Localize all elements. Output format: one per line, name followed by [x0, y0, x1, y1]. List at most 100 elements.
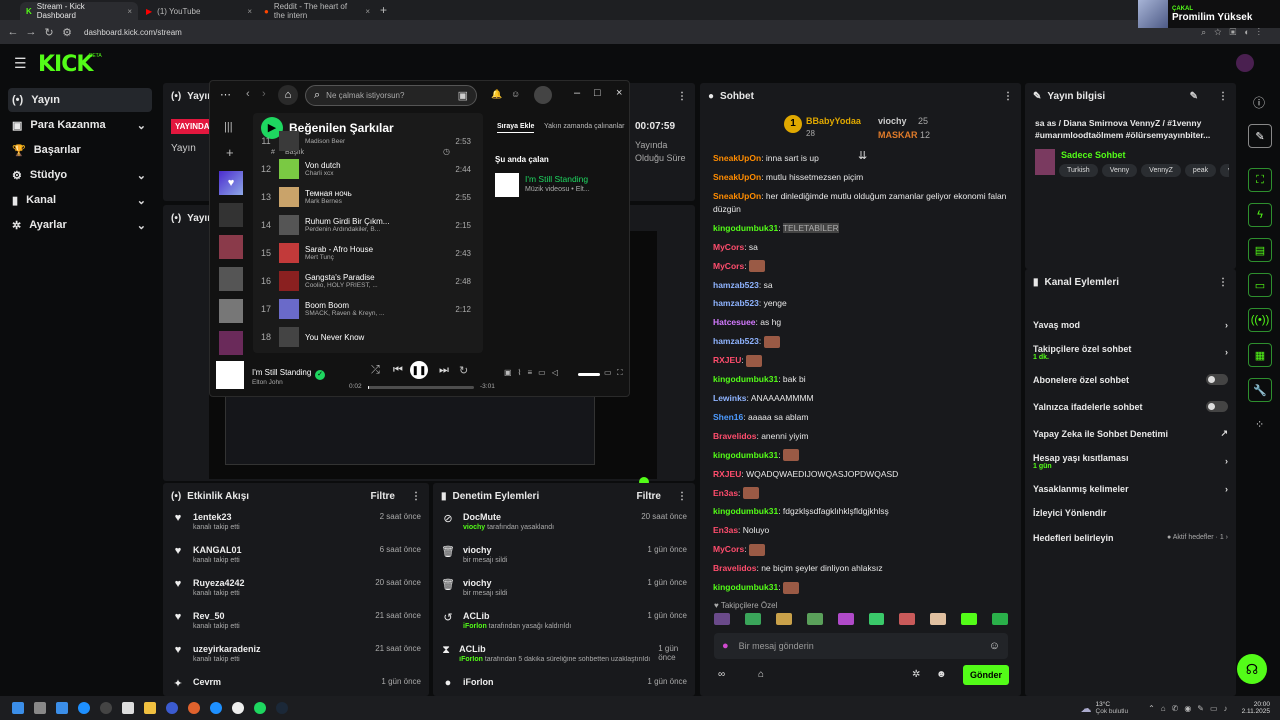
emoji-icon[interactable]: ☺	[989, 640, 1000, 652]
chat-message[interactable]: kingodumbuk31:	[700, 578, 1010, 597]
track-row[interactable]: 12 Von dutch Charli xcx 2:44	[253, 155, 483, 183]
list-item[interactable]: ♥ KANGAL01 kanalı takip etti 6 saat önce	[163, 542, 429, 575]
more-icon[interactable]: ⋮	[411, 491, 421, 502]
chat-username[interactable]: Shen16	[713, 412, 743, 422]
tag[interactable]: peak	[1184, 164, 1217, 177]
list-item[interactable]: ✦ Cevrm 1 gün önce	[163, 674, 429, 688]
spotify-icon[interactable]	[254, 702, 266, 714]
search-icon[interactable]	[34, 702, 46, 714]
back-icon[interactable]: ‹	[246, 88, 250, 100]
app-icon[interactable]	[166, 702, 178, 714]
layout-icon[interactable]: ▦	[1248, 343, 1272, 367]
toggle[interactable]	[1206, 374, 1228, 385]
more-icon[interactable]: ⋮	[1218, 91, 1228, 102]
track-row[interactable]: 17 Boom Boom SMACK, Raven & Kreyn, ... 2:12	[253, 295, 483, 323]
chat-message[interactable]: kingodumbuk31: fdgzklşsdfagklıhklşfldgjk…	[700, 502, 1010, 521]
chat-username[interactable]: Bravelidos	[713, 563, 756, 573]
track-row[interactable]: 16 Gangsta's Paradise Coolio, HOLY PRIEST,…	[253, 267, 483, 295]
subscribers-only-row[interactable]: Abonelere özel sohbet	[1025, 366, 1236, 393]
tag[interactable]: Venny	[1101, 164, 1138, 177]
send-button[interactable]: Gönder	[963, 665, 1009, 685]
flash-icon[interactable]: ϟ	[1248, 203, 1272, 227]
chat-username[interactable]: Lewinks	[713, 393, 747, 403]
playlist-thumb[interactable]	[219, 203, 243, 227]
add-icon[interactable]: +	[226, 145, 234, 160]
edge-icon[interactable]	[78, 702, 90, 714]
quick-emote-icon[interactable]: ☻	[936, 669, 947, 680]
home-icon[interactable]: ⌂	[278, 85, 298, 105]
list-item[interactable]: ● iForlon 1 gün önce	[433, 674, 695, 688]
tag[interactable]: Turkish	[1059, 164, 1098, 177]
chat-message[interactable]: MyCors: sa	[700, 238, 1010, 257]
infinity-icon[interactable]: ∞	[718, 669, 725, 680]
previous-icon[interactable]: ⏮	[393, 364, 403, 377]
library-icon[interactable]: |||	[224, 121, 233, 133]
edit-icon[interactable]: ✎	[1248, 124, 1272, 148]
category-name[interactable]: Sadece Sohbet	[1061, 150, 1126, 160]
playlist-thumb[interactable]	[219, 267, 243, 291]
emote-icon[interactable]	[992, 613, 1009, 625]
ai-moderation-row[interactable]: Yapay Zeka ile Sohbet Denetimi ↗	[1025, 420, 1236, 447]
gear-icon[interactable]: ✲	[912, 669, 920, 680]
list-item[interactable]: 🗑 viochy bir mesajı sildi 1 gün önce	[433, 575, 695, 608]
tab-queue[interactable]: Sıraya Ekle	[497, 123, 535, 133]
info-icon[interactable]: ⓘ	[1253, 94, 1265, 111]
chat-message[interactable]: MyCors:	[700, 257, 1010, 276]
chat-message[interactable]: Hatcesuee: as hg	[700, 313, 1010, 332]
forward-icon[interactable]: ›	[262, 88, 266, 100]
progress-bar[interactable]	[368, 386, 474, 389]
browser-toolbar-icons[interactable]: ⌕☆▣◐⋮	[1201, 27, 1268, 38]
wrench-icon[interactable]: 🔧	[1248, 378, 1272, 402]
chat-message[interactable]: kingodumbuk31: TELETABİLER	[700, 219, 1010, 238]
chat-message[interactable]: SneakUpOn: inna sart is up	[700, 149, 1010, 168]
new-tab-button[interactable]: +	[380, 3, 387, 17]
emotes-only-row[interactable]: Yalnızca ifadelerle sohbet	[1025, 393, 1236, 420]
now-playing-title[interactable]: I'm Still Standing	[525, 174, 588, 184]
obs-icon[interactable]	[232, 702, 244, 714]
sidebar-item-ayarlar[interactable]: ✲ Ayarlar ⌄	[8, 213, 152, 237]
player-title[interactable]: I'm Still Standing	[252, 368, 311, 377]
emote-icon[interactable]	[930, 613, 947, 625]
app-icon[interactable]	[122, 702, 134, 714]
folder-icon[interactable]	[144, 702, 156, 714]
spotify-menu-icon[interactable]: ⋯	[220, 88, 231, 101]
list-item[interactable]: ↺ ACLib iForlon tarafından yasağı kaldırıl…	[433, 608, 695, 641]
chat-username[interactable]: SneakUpOn	[713, 172, 761, 182]
chat-username[interactable]: En3as	[713, 525, 738, 535]
mic-icon[interactable]: ●	[722, 640, 729, 652]
chat-username[interactable]: MyCors	[713, 242, 744, 252]
list-item[interactable]: ♥ uzeyirkaradeniz kanalı takip etti 21 saat…	[163, 641, 429, 674]
edit-icon[interactable]: ✎	[1190, 91, 1198, 102]
chat-username[interactable]: hamzab523	[713, 280, 759, 290]
chat-username[interactable]: hamzab523	[713, 298, 759, 308]
browse-icon[interactable]: ▣	[458, 89, 468, 102]
chat-username[interactable]: kingodumbuk31	[713, 223, 778, 233]
forward-icon[interactable]: →	[22, 26, 40, 38]
list-item[interactable]: ♥ 1entek23 kanalı takip etti 2 saat önce	[163, 509, 429, 542]
list-item[interactable]: ⧗ ACLib iForlon tarafından 5 dakika süreli…	[433, 641, 695, 674]
toggle[interactable]	[1206, 401, 1228, 412]
chat-message[interactable]: SneakUpOn: mutlu hissetmezsen piçim	[700, 168, 1010, 187]
chat-username[interactable]: hamzab523	[713, 336, 759, 346]
more-icon[interactable]: ⋮	[677, 491, 687, 502]
tray-icons[interactable]: ⌃⌂✆◉✎▭♪	[1148, 704, 1233, 713]
sidebar-item-para-kazanma[interactable]: ▣ Para Kazanma ⌄	[8, 113, 152, 137]
sidebar-item-basarilar[interactable]: 🏆 Başarılar	[8, 138, 152, 162]
chat-message[interactable]: Bravelidos: ne biçim şeyler dinliyon ahl…	[700, 559, 1010, 578]
track-row[interactable]: 18 You Never Know	[253, 323, 483, 351]
friends-icon[interactable]: ☺	[511, 89, 520, 99]
reload-icon[interactable]: ↻	[40, 26, 58, 39]
chat-username[interactable]: Bravelidos	[713, 431, 756, 441]
chat-username[interactable]: kingodumbuk31	[713, 374, 778, 384]
chat-message[interactable]: RXJEU:	[700, 351, 1010, 370]
track-row[interactable]: 15 Sarab - Afro House Mert Tunç 2:43	[253, 239, 483, 267]
track-row[interactable]: 13 Темная ночь Mark Bernes 2:55	[253, 183, 483, 211]
track-row[interactable]: 14 Ruhum Girdi Bir Çıkm... Perdenin Ardınd…	[253, 211, 483, 239]
more-icon[interactable]: ⋮	[677, 91, 687, 102]
menu-icon[interactable]: ☰	[14, 55, 27, 72]
shuffle-icon[interactable]: ⤮	[371, 364, 380, 377]
avatar[interactable]	[534, 86, 552, 104]
account-age-row[interactable]: Hesap yaşı kısıtlaması 1 gün ›	[1025, 447, 1236, 475]
playlist-thumb[interactable]	[219, 331, 243, 355]
gifter-2-name[interactable]: viochy	[878, 116, 907, 126]
